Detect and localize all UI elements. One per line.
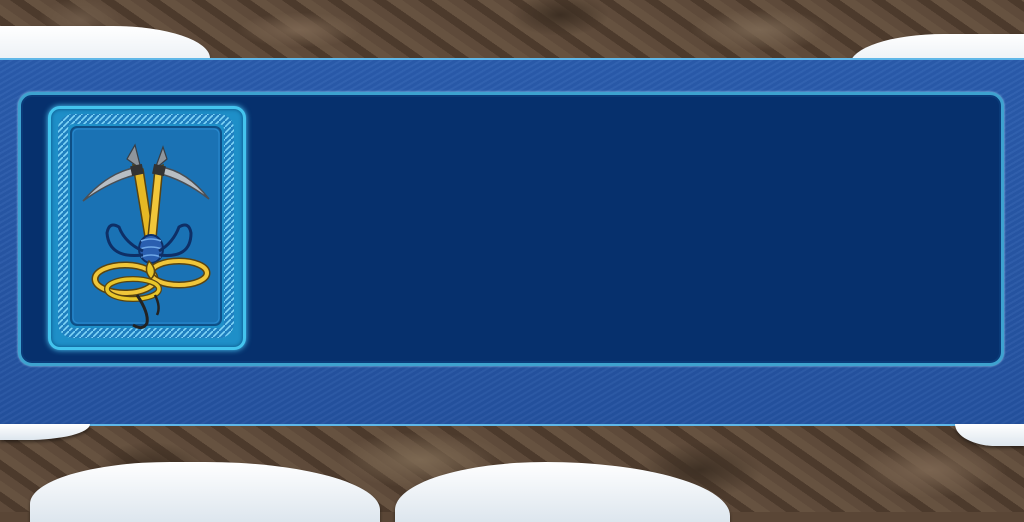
ice-axes-and-rope-icon: [58, 114, 234, 338]
climbing-badge: [48, 106, 246, 350]
